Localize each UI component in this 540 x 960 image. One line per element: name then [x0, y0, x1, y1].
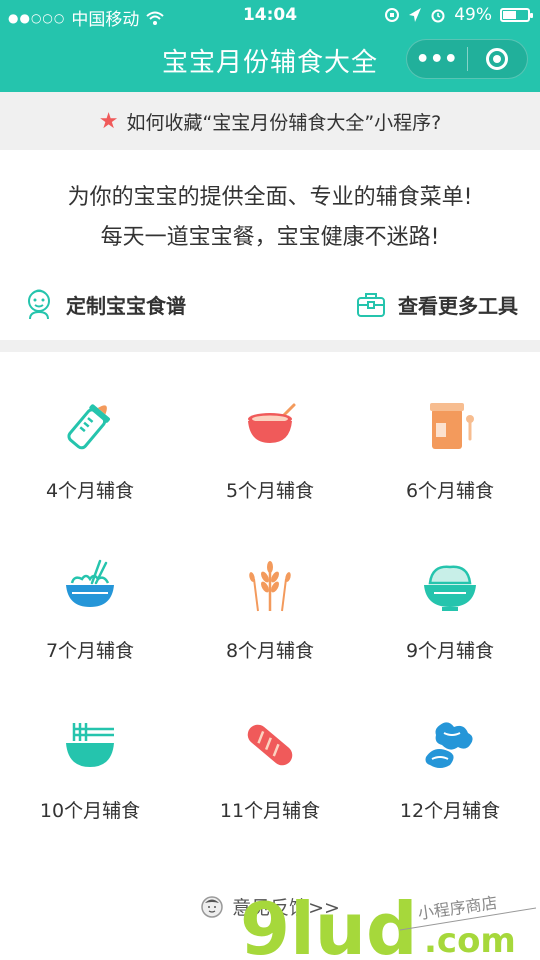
month-item-6[interactable]: 6个月辅食 — [360, 390, 540, 550]
title-bar: 宝宝月份辅食大全 ••• — [0, 30, 540, 92]
month-item-9[interactable]: 9个月辅食 — [360, 550, 540, 710]
noodle-bowl-icon — [66, 559, 114, 607]
header: ●●○○○ 中国移动 14:04 49% 宝宝月份辅食大全 ••• — [0, 0, 540, 92]
intro-text: 为你的宝宝的提供全面、专业的辅食菜单! 每天一道宝宝餐，宝宝健康不迷路! — [0, 178, 540, 258]
location-icon — [409, 8, 422, 22]
month-item-11[interactable]: 11个月辅食 — [180, 710, 360, 870]
close-button[interactable] — [467, 48, 527, 70]
bread-icon — [247, 724, 293, 766]
custom-recipe-button[interactable]: 定制宝宝食谱 — [24, 284, 186, 324]
app-page: ●●○○○ 中国移动 14:04 49% 宝宝月份辅食大全 ••• ★ 如何收藏… — [0, 0, 540, 960]
watermark-tagline: 小程序商店 — [417, 893, 499, 923]
month-label: 5个月辅食 — [225, 480, 315, 502]
star-icon: ★ — [98, 108, 119, 134]
month-label: 8个月辅食 — [225, 640, 315, 662]
month-item-10[interactable]: 10个月辅食 — [0, 710, 180, 870]
rice-bowl-icon — [424, 565, 476, 611]
noodles-icon — [66, 723, 114, 767]
month-label: 10个月辅食 — [39, 800, 141, 822]
intro-line-2: 每天一道宝宝餐，宝宝健康不迷路! — [100, 225, 440, 250]
status-right: 49% — [384, 5, 533, 25]
more-menu-button[interactable]: ••• — [407, 47, 467, 72]
month-item-4[interactable]: 4个月辅食 — [0, 390, 180, 550]
vegetables-icon — [425, 722, 473, 768]
month-label: 12个月辅食 — [399, 800, 501, 822]
month-label: 11个月辅食 — [219, 800, 321, 822]
collect-banner-text: 如何收藏“宝宝月份辅食大全”小程序? — [126, 111, 442, 134]
watermark-domain: .com — [424, 921, 516, 960]
more-tools-label: 查看更多工具 — [398, 293, 518, 318]
battery-icon — [500, 8, 533, 22]
custom-recipe-label: 定制宝宝食谱 — [66, 293, 186, 318]
intro-line-1: 为你的宝宝的提供全面、专业的辅食菜单! — [67, 185, 473, 210]
user-avatar-icon — [201, 895, 223, 918]
month-label: 4个月辅食 — [45, 480, 135, 502]
alarm-icon — [431, 9, 445, 23]
tools-row: 定制宝宝食谱 查看更多工具 — [0, 284, 540, 324]
month-label: 7个月辅食 — [45, 640, 135, 662]
month-item-5[interactable]: 5个月辅食 — [180, 390, 360, 550]
wheat-icon — [249, 561, 291, 612]
battery-fill — [503, 11, 516, 19]
toolbox-icon — [357, 293, 385, 317]
milk-powder-can-icon — [430, 403, 474, 449]
collect-banner[interactable]: ★ 如何收藏“宝宝月份辅食大全”小程序? — [0, 92, 540, 150]
section-divider — [0, 340, 540, 352]
month-item-12[interactable]: 12个月辅食 — [360, 710, 540, 870]
month-label: 6个月辅食 — [405, 480, 495, 502]
baby-bottle-icon — [67, 404, 110, 450]
menu-capsule: ••• — [406, 39, 528, 79]
baby-face-icon — [28, 289, 50, 320]
bowl-spoon-icon — [248, 403, 296, 443]
status-bar: ●●○○○ 中国移动 14:04 49% — [0, 0, 540, 30]
month-item-8[interactable]: 8个月辅食 — [180, 550, 360, 710]
battery-percent: 49% — [454, 5, 492, 25]
close-ring-icon — [486, 48, 509, 70]
month-label: 9个月辅食 — [405, 640, 495, 662]
more-tools-button[interactable]: 查看更多工具 — [356, 284, 518, 324]
watermark-brand: 9lud — [240, 887, 418, 960]
orientation-lock-icon — [385, 8, 400, 22]
watermark-logo: 9lud .com 小程序商店 — [240, 880, 540, 960]
month-item-7[interactable]: 7个月辅食 — [0, 550, 180, 710]
